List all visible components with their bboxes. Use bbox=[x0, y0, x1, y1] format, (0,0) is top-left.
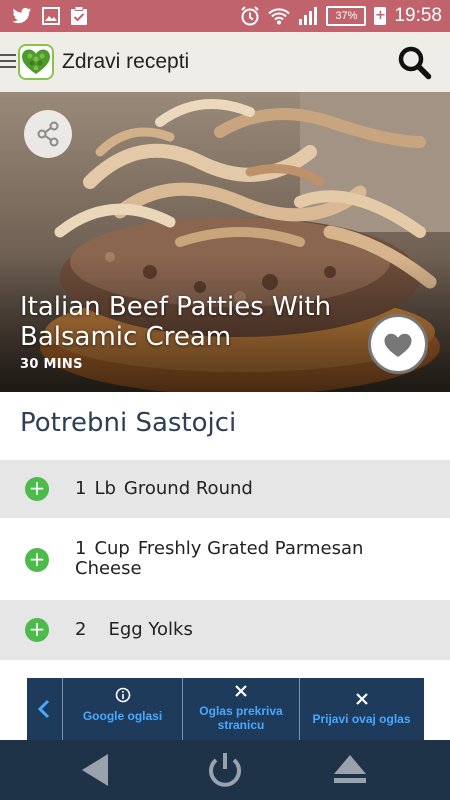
ad-covers-page-button[interactable]: Oglas prekriva stranicu bbox=[182, 678, 299, 740]
eject-icon bbox=[334, 755, 366, 783]
back-icon bbox=[82, 754, 108, 786]
add-ingredient-icon[interactable]: + bbox=[25, 548, 49, 572]
ingredient-qty: 2 bbox=[75, 619, 87, 640]
heart-icon bbox=[384, 333, 412, 357]
home-icon bbox=[209, 753, 241, 787]
search-icon bbox=[398, 46, 432, 80]
charging-icon: + bbox=[374, 7, 387, 25]
twitter-icon bbox=[12, 7, 32, 24]
ad-banner: Google oglasi Oglas prekriva stranicu Pr… bbox=[27, 678, 424, 740]
battery-indicator: 37% bbox=[326, 6, 367, 26]
eject-button[interactable] bbox=[328, 750, 372, 790]
image-icon bbox=[42, 7, 60, 25]
ingredient-row[interactable]: + 2 Egg Yolks bbox=[0, 600, 450, 660]
ingredient-qty: 1 bbox=[75, 478, 87, 499]
google-ads-label: Google oglasi bbox=[82, 709, 163, 723]
report-ad-button[interactable]: Prijavi ovaj oglas bbox=[299, 678, 423, 740]
ingredient-name: Egg Yolks bbox=[108, 619, 193, 640]
notification-icons bbox=[12, 6, 88, 26]
search-button[interactable] bbox=[396, 44, 434, 82]
system-icons: 37% + 19:58 bbox=[240, 5, 442, 27]
ingredients-heading: Potrebni Sastojci bbox=[20, 408, 237, 438]
close-icon bbox=[355, 693, 368, 705]
home-button[interactable] bbox=[203, 750, 247, 790]
wifi-icon bbox=[268, 8, 291, 25]
recipe-hero: Italian Beef Patties With Balsamic Cream… bbox=[0, 92, 450, 392]
ingredient-row[interactable]: + 1 Cup Freshly Grated Parmesan Cheese bbox=[0, 518, 450, 600]
app-logo[interactable] bbox=[18, 44, 54, 80]
ingredient-text: 1 Cup Freshly Grated Parmesan Cheese bbox=[75, 539, 420, 579]
ingredient-text: 1 Lb Ground Round bbox=[75, 479, 420, 499]
back-button[interactable] bbox=[74, 750, 118, 790]
ingredient-row[interactable]: + 1 Lb Ground Round bbox=[0, 460, 450, 518]
chevron-left-icon bbox=[37, 699, 50, 719]
ingredient-unit: Lb bbox=[94, 478, 116, 499]
ingredient-qty: 1 bbox=[75, 538, 87, 559]
app-bar: Zdravi recepti bbox=[0, 32, 450, 92]
add-ingredient-icon[interactable]: + bbox=[25, 618, 49, 642]
ingredient-unit: Cup bbox=[94, 538, 130, 559]
clock: 19:58 bbox=[394, 5, 442, 26]
ad-covers-page-label: Oglas prekriva stranicu bbox=[199, 704, 283, 732]
menu-icon[interactable] bbox=[0, 54, 16, 68]
report-ad-label: Prijavi ovaj oglas bbox=[312, 712, 411, 726]
navigation-bar bbox=[0, 740, 450, 800]
favorite-button[interactable] bbox=[368, 314, 428, 374]
ad-back-button[interactable] bbox=[27, 678, 62, 740]
alarm-icon bbox=[241, 6, 260, 26]
share-button[interactable] bbox=[24, 110, 72, 158]
ingredient-text: 2 Egg Yolks bbox=[75, 620, 420, 640]
app-screen: 37% + 19:58 Zdravi recepti Italian Beef … bbox=[0, 0, 450, 800]
recipe-title: Italian Beef Patties With Balsamic Cream bbox=[20, 292, 332, 352]
add-ingredient-icon[interactable]: + bbox=[25, 477, 49, 501]
close-icon bbox=[235, 685, 247, 697]
share-icon bbox=[37, 121, 59, 147]
signal-icon bbox=[299, 7, 318, 25]
status-bar: 37% + 19:58 bbox=[0, 0, 450, 32]
info-icon bbox=[115, 687, 130, 703]
clipboard-check-icon bbox=[71, 6, 87, 25]
recipe-time: 30 MINS bbox=[20, 357, 83, 372]
app-title: Zdravi recepti bbox=[62, 50, 190, 73]
ingredient-name: Ground Round bbox=[123, 478, 253, 499]
google-ads-button[interactable]: Google oglasi bbox=[62, 678, 182, 740]
